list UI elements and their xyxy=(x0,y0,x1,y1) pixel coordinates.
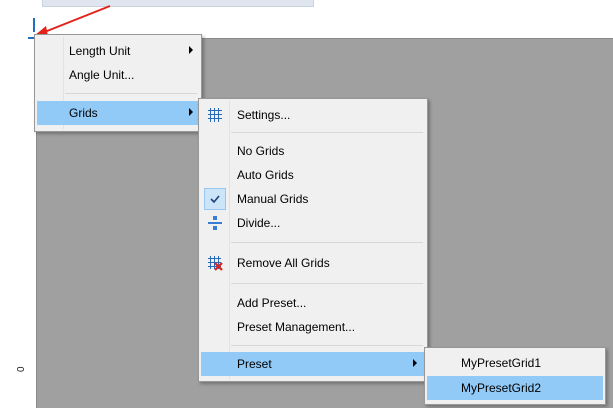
menu-separator xyxy=(231,242,423,243)
menu-item-angle-unit[interactable]: Angle Unit... xyxy=(37,63,199,87)
menu-item-label: Angle Unit... xyxy=(69,68,135,82)
left-margin xyxy=(0,14,14,408)
divide-icon xyxy=(208,216,222,230)
menu-item-label: Settings... xyxy=(237,108,291,122)
menu-item-label: No Grids xyxy=(237,144,285,158)
menu-separator xyxy=(231,132,423,133)
menu-item-label: Manual Grids xyxy=(237,192,309,206)
preset-submenu: MyPresetGrid1 MyPresetGrid2 xyxy=(424,347,606,405)
menu-item-divide[interactable]: Divide... xyxy=(201,211,425,235)
menu-separator xyxy=(231,283,423,284)
menu-item-label: MyPresetGrid1 xyxy=(461,356,542,370)
submenu-arrow-icon xyxy=(189,46,193,54)
submenu-arrow-icon xyxy=(413,359,417,367)
menu-item-label: MyPresetGrid2 xyxy=(461,381,542,395)
menu-item-settings[interactable]: Settings... xyxy=(201,103,425,127)
menu-separator xyxy=(65,93,197,94)
menu-item-label: Grids xyxy=(69,106,98,120)
menu-item-mypresetgrid1[interactable]: MyPresetGrid1 xyxy=(427,351,603,375)
menu-item-label: Auto Grids xyxy=(237,168,294,182)
menu-item-length-unit[interactable]: Length Unit xyxy=(37,39,199,63)
checkmark-icon xyxy=(210,195,220,204)
menu-item-remove-all-grids[interactable]: Remove All Grids xyxy=(201,251,425,275)
menu-item-manual-grids[interactable]: Manual Grids xyxy=(201,187,425,211)
menu-item-auto-grids[interactable]: Auto Grids xyxy=(201,163,425,187)
menu-item-add-preset[interactable]: Add Preset... xyxy=(201,291,425,315)
menu-item-preset[interactable]: Preset xyxy=(201,352,425,376)
menu-item-label: Preset Management... xyxy=(237,320,356,334)
menu-item-no-grids[interactable]: No Grids xyxy=(201,139,425,163)
menu-item-label: Length Unit xyxy=(69,44,131,58)
menu-item-label: Remove All Grids xyxy=(237,256,330,270)
remove-grids-icon xyxy=(208,256,223,271)
menu-item-label: Preset xyxy=(237,357,272,371)
menu-item-label: Add Preset... xyxy=(237,296,307,310)
grid-settings-icon xyxy=(208,108,222,122)
menu-item-preset-management[interactable]: Preset Management... xyxy=(201,315,425,339)
submenu-arrow-icon xyxy=(189,108,193,116)
menu-item-grids[interactable]: Grids xyxy=(37,101,199,125)
ruler-label: 0 xyxy=(16,366,27,372)
menu-item-mypresetgrid2[interactable]: MyPresetGrid2 xyxy=(427,376,603,400)
grids-submenu: Settings... No Grids Auto Grids Manual G… xyxy=(198,98,428,382)
menu-item-label: Divide... xyxy=(237,216,281,230)
context-menu: Length Unit Angle Unit... Grids xyxy=(34,34,202,132)
menu-separator xyxy=(231,345,423,346)
